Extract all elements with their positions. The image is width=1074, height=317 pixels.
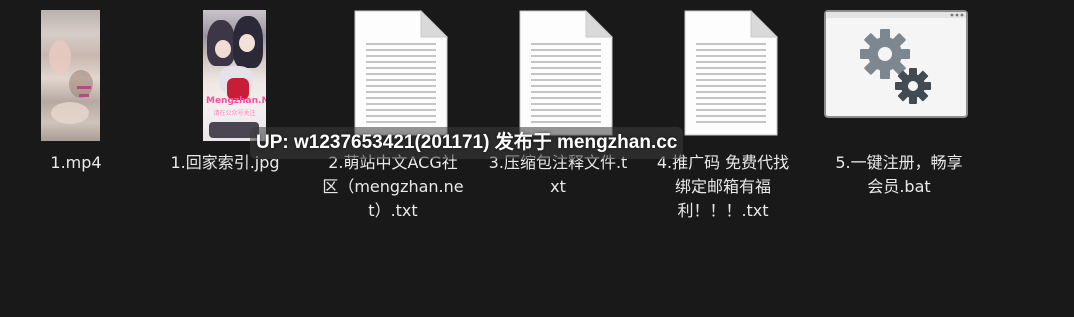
thumbnail-sub-text: 请在公众号关注 — [213, 110, 256, 117]
text-document-icon — [354, 10, 448, 136]
file-name-label: 2.萌站中文ACG社区（mengzhan.net）.txt — [322, 153, 464, 220]
text-document-icon — [684, 10, 778, 136]
batch-file-gear-icon — [824, 10, 968, 118]
file-name-label: 4.推广码 免费代找 绑定邮箱有福利！！！.txt — [656, 153, 790, 220]
file-item-5-bat[interactable]: 5.一键注册，畅享会员.bat — [824, 0, 974, 260]
file-item-1-mp4[interactable]: 1.mp4 — [1, 0, 151, 260]
upload-watermark: UP: w1237653421(201171) 发布于 mengzhan.cc — [250, 127, 684, 159]
file-name-label: 5.一键注册，畅享会员.bat — [835, 153, 963, 196]
image-thumbnail: Mengzhan.Net 请在公众号关注 — [203, 10, 266, 141]
file-name-label: 1.mp4 — [50, 153, 102, 172]
thumbnail-brand-text: Mengzhan.Net — [206, 96, 266, 106]
file-explorer-grid: 1.mp4 Mengzhan.Net 请在公众号关注 1.回家索引.jpg — [0, 0, 1074, 317]
video-thumbnail — [41, 10, 100, 141]
text-document-icon — [519, 10, 613, 136]
